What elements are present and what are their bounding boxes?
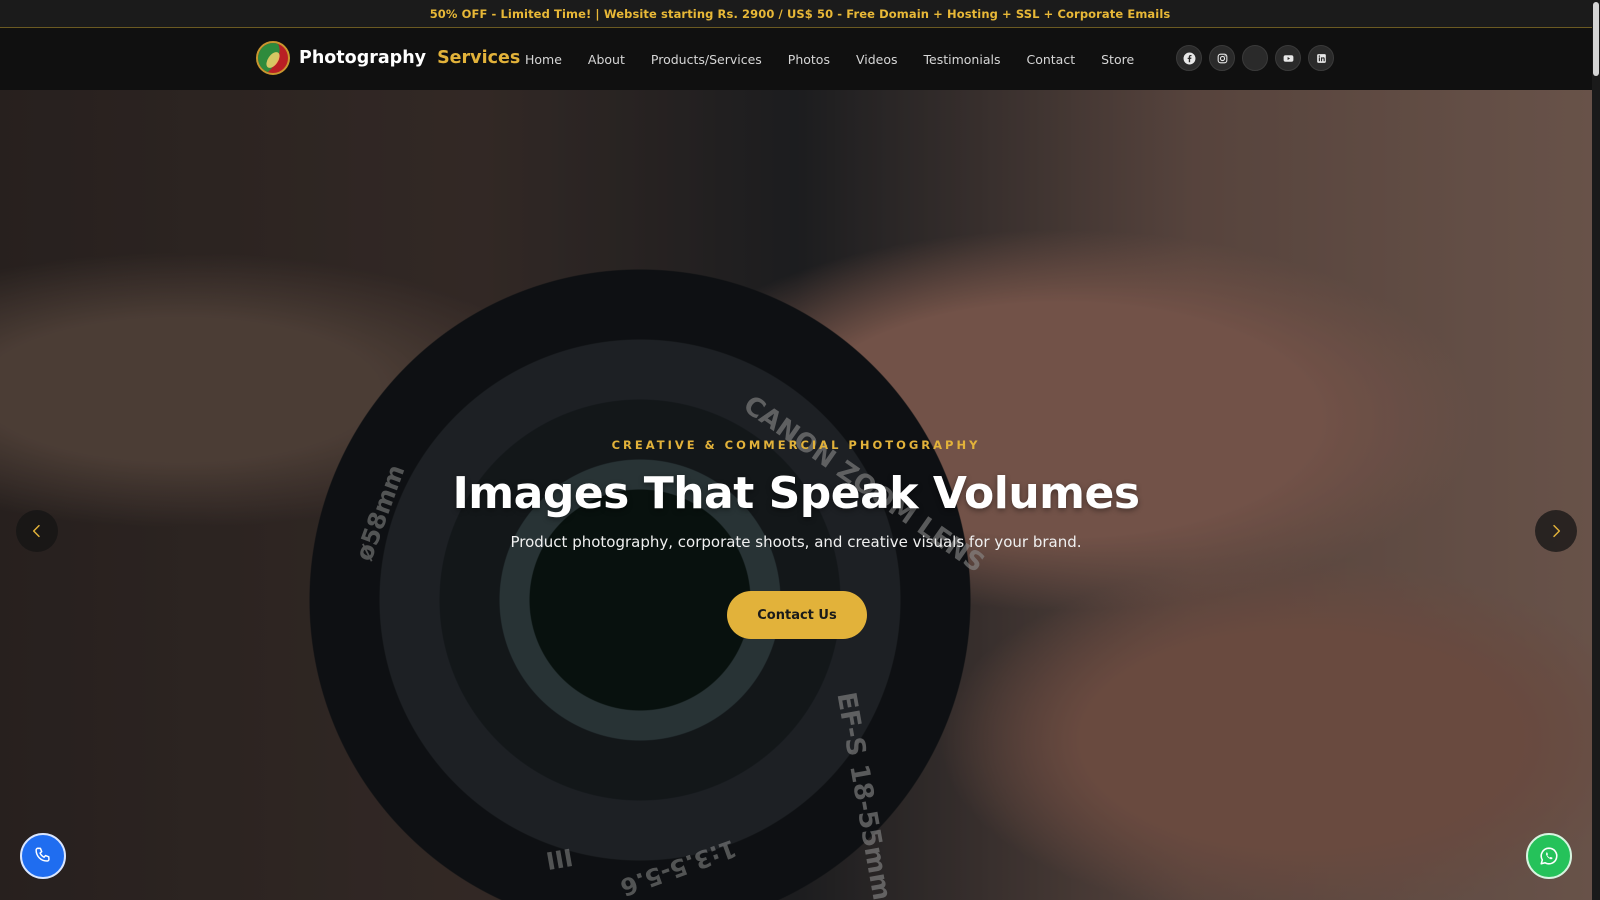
- social-links: [1176, 45, 1334, 71]
- nav-home[interactable]: Home: [525, 52, 562, 67]
- nav-photos[interactable]: Photos: [788, 52, 830, 67]
- blank-social-icon[interactable]: [1242, 45, 1268, 71]
- contact-us-button[interactable]: Contact Us: [727, 591, 867, 639]
- site-header: Photography Services Home About Products…: [0, 28, 1592, 90]
- brand-accent: Services: [437, 48, 521, 68]
- brand-name: Photography: [299, 48, 427, 68]
- main-nav: Home About Products/Services Photos Vide…: [525, 28, 1160, 90]
- scrollbar-thumb[interactable]: [1593, 2, 1599, 76]
- slider-prev-button[interactable]: [16, 510, 58, 552]
- page-scrollbar[interactable]: [1592, 0, 1600, 900]
- hero-eyebrow: CREATIVE & COMMERCIAL PHOTOGRAPHY: [611, 438, 981, 452]
- whatsapp-icon: [1540, 847, 1558, 865]
- slider-next-button[interactable]: [1535, 510, 1577, 552]
- chevron-left-icon: [32, 524, 40, 538]
- hero-subtitle: Product photography, corporate shoots, a…: [510, 533, 1082, 551]
- promo-bar: 50% OFF - Limited Time! | Website starti…: [0, 0, 1600, 28]
- nav-testimonials[interactable]: Testimonials: [924, 52, 1001, 67]
- nav-videos[interactable]: Videos: [856, 52, 898, 67]
- linkedin-icon[interactable]: [1308, 45, 1334, 71]
- nav-about[interactable]: About: [588, 52, 625, 67]
- instagram-icon[interactable]: [1209, 45, 1235, 71]
- youtube-icon[interactable]: [1275, 45, 1301, 71]
- call-button[interactable]: [20, 833, 66, 879]
- promo-text: 50% OFF - Limited Time! | Website starti…: [429, 6, 1171, 21]
- chevron-right-icon: [1553, 524, 1561, 538]
- logo-icon: [256, 41, 290, 75]
- phone-icon: [35, 847, 50, 862]
- hero-slider: CANON ZOOM LENS EF-S 18-55mm 1:3.5-5.6 I…: [0, 90, 1592, 900]
- nav-store[interactable]: Store: [1101, 52, 1134, 67]
- whatsapp-button[interactable]: [1526, 833, 1572, 879]
- hero-title: Images That Speak Volumes: [452, 468, 1140, 519]
- nav-products-services[interactable]: Products/Services: [651, 52, 762, 67]
- brand-logo-link[interactable]: Photography Services: [256, 41, 520, 75]
- facebook-icon[interactable]: [1176, 45, 1202, 71]
- nav-contact[interactable]: Contact: [1026, 52, 1075, 67]
